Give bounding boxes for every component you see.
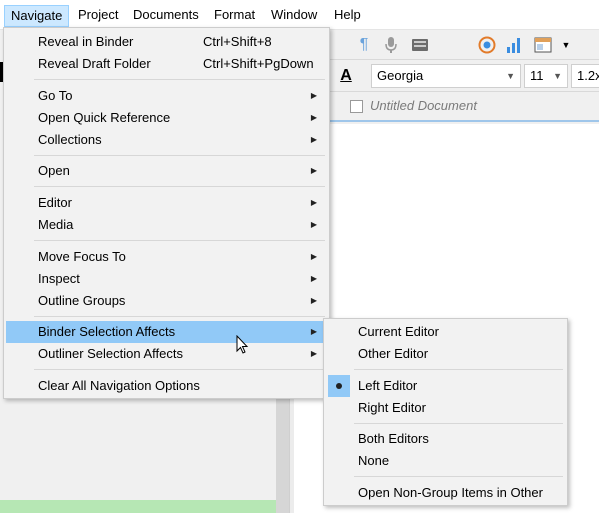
menu-separator xyxy=(354,369,563,370)
line-spacing-value: 1.2x xyxy=(577,68,599,83)
menu-separator xyxy=(354,476,563,477)
text-color-icon[interactable]: A xyxy=(336,66,356,86)
layout-icon[interactable] xyxy=(533,35,553,55)
navigate-menu: Reveal in Binder Ctrl+Shift+8 Reveal Dra… xyxy=(3,27,330,399)
menu-separator xyxy=(354,423,563,424)
chevron-down-icon: ▼ xyxy=(553,71,562,81)
menu-item-inspect[interactable]: Inspect ▶ xyxy=(6,268,327,290)
main-toolbar: ¶ ▼ xyxy=(294,30,599,60)
menu-item-label: Go To xyxy=(38,88,73,103)
menu-item-label: Current Editor xyxy=(358,324,439,339)
menu-item-shortcut: Ctrl+Shift+PgDown xyxy=(203,56,314,71)
submenu-arrow-icon: ▶ xyxy=(310,327,317,336)
menu-window[interactable]: Window xyxy=(265,5,323,27)
menu-item-label: Open Quick Reference xyxy=(38,110,171,125)
document-title: Untitled Document xyxy=(370,98,477,113)
submenu-arrow-icon: ▶ xyxy=(310,274,317,283)
font-size-select[interactable]: 11 ▼ xyxy=(524,64,568,88)
menubar: Navigate Project Documents Format Window… xyxy=(0,0,599,30)
menu-item-label: Both Editors xyxy=(358,431,429,446)
font-family-select[interactable]: Georgia ▼ xyxy=(371,64,521,88)
menu-separator xyxy=(34,369,325,370)
menu-item-clear-all-navigation-options[interactable]: Clear All Navigation Options xyxy=(6,375,327,397)
menu-navigate[interactable]: Navigate xyxy=(4,5,70,27)
font-size-value: 11 xyxy=(530,68,544,83)
menu-item-label: Binder Selection Affects xyxy=(38,324,176,339)
menu-item-label: Media xyxy=(38,217,74,232)
submenu-item-open-non-group-items[interactable]: Open Non-Group Items in Other xyxy=(326,482,565,504)
menu-item-open[interactable]: Open ▶ xyxy=(6,160,327,182)
submenu-arrow-icon: ▶ xyxy=(310,166,317,175)
menu-item-outliner-selection-affects[interactable]: Outliner Selection Affects ▶ xyxy=(6,343,327,365)
menu-item-label: None xyxy=(358,453,390,468)
editor-header: Untitled Document xyxy=(294,92,599,122)
menu-item-label: Outline Groups xyxy=(38,293,126,308)
menu-item-reveal-draft-folder[interactable]: Reveal Draft Folder Ctrl+Shift+PgDown xyxy=(6,53,327,75)
submenu-arrow-icon: ▶ xyxy=(310,198,317,207)
submenu-item-right-editor[interactable]: Right Editor xyxy=(326,397,565,419)
menu-item-collections[interactable]: Collections ▶ xyxy=(6,129,327,151)
binder-selection-submenu: Current Editor Other Editor Left Editor … xyxy=(323,318,568,506)
submenu-item-left-editor[interactable]: Left Editor xyxy=(326,375,565,397)
target-icon[interactable] xyxy=(477,35,497,55)
menu-item-label: Inspect xyxy=(38,271,80,286)
menu-item-editor[interactable]: Editor ▶ xyxy=(6,192,327,214)
menu-item-open-quick-reference[interactable]: Open Quick Reference ▶ xyxy=(6,107,327,129)
menu-item-label: Open xyxy=(38,163,70,178)
menu-item-label: Move Focus To xyxy=(38,249,126,264)
menu-format[interactable]: Format xyxy=(208,5,261,27)
font-family-value: Georgia xyxy=(377,68,424,83)
menu-separator xyxy=(34,186,325,187)
microphone-icon[interactable] xyxy=(381,35,401,55)
document-checkbox[interactable] xyxy=(350,100,363,113)
menu-item-label: Reveal in Binder xyxy=(38,34,134,49)
pilcrow-icon[interactable]: ¶ xyxy=(354,35,374,55)
submenu-arrow-icon: ▶ xyxy=(310,220,317,229)
submenu-arrow-icon: ▶ xyxy=(310,91,317,100)
binder-green-strip xyxy=(0,500,276,513)
submenu-arrow-icon: ▶ xyxy=(310,349,317,358)
format-bar: A Georgia ▼ 11 ▼ 1.2x xyxy=(294,60,599,92)
menu-item-reveal-in-binder[interactable]: Reveal in Binder Ctrl+Shift+8 xyxy=(6,31,327,53)
menu-item-label: Left Editor xyxy=(358,378,418,393)
submenu-arrow-icon: ▶ xyxy=(310,252,317,261)
menu-item-label: Collections xyxy=(38,132,102,147)
menu-item-label: Editor xyxy=(38,195,72,210)
menu-separator xyxy=(34,240,325,241)
mouse-cursor-icon xyxy=(236,335,249,354)
menu-project[interactable]: Project xyxy=(72,5,124,27)
layout-dropdown-icon[interactable]: ▼ xyxy=(556,35,576,55)
menu-item-go-to[interactable]: Go To ▶ xyxy=(6,85,327,107)
menu-item-label: Right Editor xyxy=(358,400,426,415)
submenu-arrow-icon: ▶ xyxy=(310,135,317,144)
menu-item-media[interactable]: Media ▶ xyxy=(6,214,327,236)
line-spacing-select[interactable]: 1.2x xyxy=(571,64,599,88)
menu-item-label: Clear All Navigation Options xyxy=(38,378,200,393)
menu-item-binder-selection-affects[interactable]: Binder Selection Affects ▶ xyxy=(6,321,327,343)
submenu-item-current-editor[interactable]: Current Editor xyxy=(326,321,565,343)
menu-item-label: Other Editor xyxy=(358,346,429,361)
submenu-arrow-icon: ▶ xyxy=(310,296,317,305)
submenu-arrow-icon: ▶ xyxy=(310,113,317,122)
submenu-item-both-editors[interactable]: Both Editors xyxy=(326,428,565,450)
menu-separator xyxy=(34,79,325,80)
chevron-down-icon: ▼ xyxy=(506,71,515,81)
menu-item-outline-groups[interactable]: Outline Groups ▶ xyxy=(6,290,327,312)
menu-documents[interactable]: Documents xyxy=(127,5,205,27)
menu-item-label: Open Non-Group Items in Other xyxy=(358,485,543,500)
keyboard-icon[interactable] xyxy=(410,35,430,55)
bar-chart-icon[interactable] xyxy=(504,35,524,55)
menu-help[interactable]: Help xyxy=(328,5,367,27)
menu-item-shortcut: Ctrl+Shift+8 xyxy=(203,34,272,49)
radio-bullet-icon xyxy=(328,375,350,397)
menu-item-move-focus-to[interactable]: Move Focus To ▶ xyxy=(6,246,327,268)
submenu-item-other-editor[interactable]: Other Editor xyxy=(326,343,565,365)
submenu-item-none[interactable]: None xyxy=(326,450,565,472)
menu-item-label: Outliner Selection Affects xyxy=(38,346,184,361)
menu-item-label: Reveal Draft Folder xyxy=(38,56,151,71)
menu-separator xyxy=(34,155,325,156)
menu-separator xyxy=(34,316,325,317)
